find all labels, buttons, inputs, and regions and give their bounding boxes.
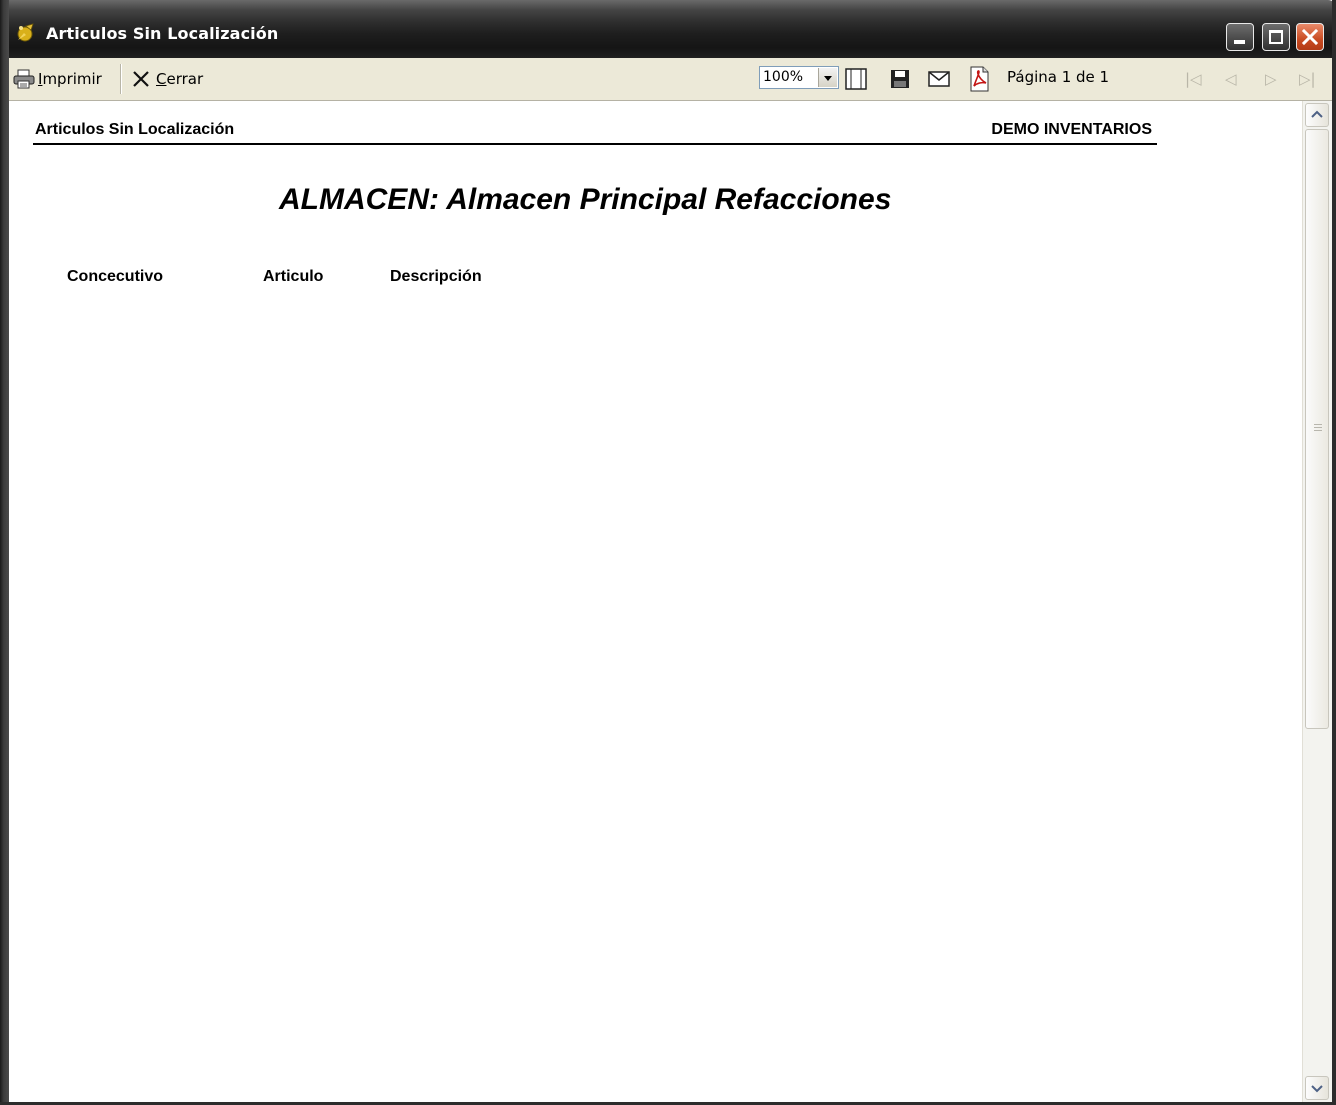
chevron-up-icon	[1311, 110, 1323, 118]
scroll-up-button[interactable]	[1305, 103, 1329, 127]
printer-icon	[13, 69, 35, 89]
report-toolbar: Imprimir Cerrar 100% Página 1 de 1 |◁ ◁ …	[9, 58, 1332, 101]
close-window-button[interactable]	[1296, 23, 1324, 51]
window-border-left	[0, 0, 9, 1105]
previous-page-icon[interactable]: ◁	[1225, 70, 1237, 88]
chevron-down-icon	[1311, 1085, 1323, 1093]
scroll-thumb[interactable]	[1305, 129, 1329, 729]
window-border-right	[1332, 0, 1336, 1105]
toolbar-separator	[120, 64, 122, 94]
zoom-value: 100%	[763, 69, 804, 85]
zoom-select[interactable]: 100%	[759, 66, 839, 89]
print-button[interactable]: Imprimir	[13, 58, 102, 100]
column-header-descripcion: Descripción	[390, 268, 482, 285]
first-page-icon[interactable]: |◁	[1185, 70, 1202, 88]
pdf-export-icon[interactable]	[967, 66, 991, 92]
column-header-concecutivo: Concecutivo	[67, 268, 164, 285]
last-page-icon[interactable]: ▷|	[1299, 70, 1316, 88]
close-label: errar	[166, 70, 204, 88]
title-bar[interactable]: Articulos Sin Localización	[0, 0, 1336, 58]
print-label: mprimir	[42, 70, 102, 88]
company-name: DEMO INVENTARIOS	[991, 121, 1152, 138]
close-x-icon	[1301, 28, 1319, 46]
report-viewer-window: Articulos Sin Localización Imprimir Cerr…	[0, 0, 1336, 1105]
save-icon[interactable]	[889, 68, 911, 90]
chevron-down-icon[interactable]	[818, 68, 837, 87]
maximize-button[interactable]	[1262, 23, 1290, 51]
page-status: Página 1 de 1	[1007, 68, 1110, 86]
warehouse-heading: ALMACEN: Almacen Principal Refacciones	[279, 183, 892, 216]
next-page-icon[interactable]: ▷	[1265, 70, 1277, 88]
close-report-button[interactable]: Cerrar	[131, 58, 203, 100]
vertical-scrollbar[interactable]	[1302, 101, 1332, 1102]
scroll-down-button[interactable]	[1305, 1076, 1329, 1100]
email-icon[interactable]	[927, 69, 951, 89]
minimize-icon	[1234, 40, 1245, 44]
grip-line	[1314, 424, 1322, 425]
close-icon	[133, 71, 149, 87]
column-header-articulo: Articulo	[263, 268, 324, 285]
report-page: Articulos Sin Localización DEMO INVENTAR…	[9, 101, 1302, 1102]
page-view-icon[interactable]	[844, 67, 868, 91]
header-divider	[33, 143, 1157, 145]
grip-line	[1314, 430, 1322, 431]
minimize-button[interactable]	[1226, 23, 1254, 51]
close-accelerator: C	[156, 70, 167, 88]
maximize-icon	[1269, 30, 1283, 44]
app-icon	[17, 23, 34, 42]
grip-line	[1314, 427, 1322, 428]
window-title: Articulos Sin Localización	[46, 24, 279, 43]
report-title: Articulos Sin Localización	[35, 121, 235, 138]
